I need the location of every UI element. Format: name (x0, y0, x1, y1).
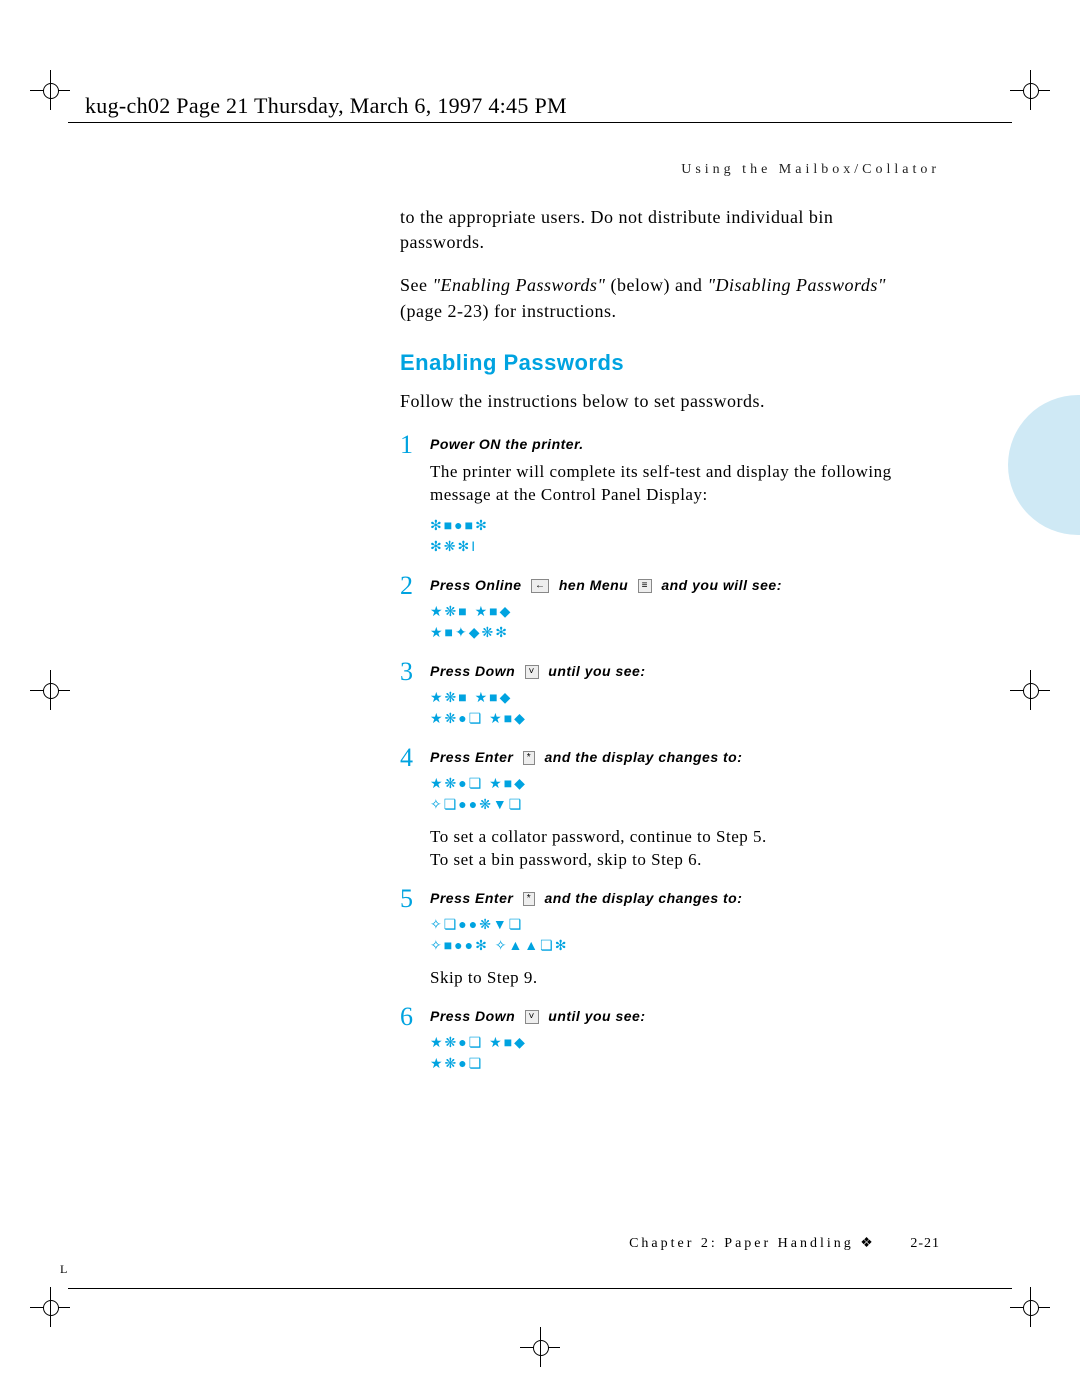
main-content: to the appropriate users. Do not distrib… (400, 205, 920, 1090)
step-title: Power ON the printer. (430, 436, 584, 452)
step-num: 6 (400, 1004, 430, 1084)
step-after-text: To set a collator password, continue to … (430, 825, 920, 873)
step-title-part: until you see: (544, 663, 646, 679)
see-mid1: (below) and (605, 275, 707, 295)
footer-arrow-icon: ❖ (860, 1236, 876, 1251)
step-title-part: Press Enter (430, 749, 518, 765)
running-head: Using the Mailbox/Collator (681, 162, 940, 178)
see-mid2: (page 2-23) for instructions. (400, 301, 616, 321)
reg-mark-left (30, 670, 70, 710)
step-num: 3 (400, 659, 430, 739)
key-enter-icon: * (523, 892, 535, 906)
steps-list: 1 Power ON the printer. The printer will… (400, 432, 920, 1084)
step-title-part: Press Down (430, 1008, 520, 1024)
intro-para: to the appropriate users. Do not distrib… (400, 205, 920, 255)
step-6: 6 Press Down ˅ until you see: ★❋●❏ ★■◆ ★… (400, 1004, 920, 1084)
section-title: Enabling Passwords (400, 348, 920, 379)
step-title-part: and the display changes to: (540, 890, 742, 906)
reg-mark-bottom (520, 1327, 560, 1367)
key-enter-icon: * (523, 751, 535, 765)
page-footer: Chapter 2: Paper Handling ❖ 2-21 (629, 1235, 940, 1252)
display-output: ★❋■ ★■◆ ★❋●❏ ★■◆ (430, 687, 920, 729)
step-1: 1 Power ON the printer. The printer will… (400, 432, 920, 567)
step-num: 5 (400, 886, 430, 998)
side-tab (1008, 395, 1080, 535)
section-intro: Follow the instructions below to set pas… (400, 389, 920, 414)
step-title-part: and you will see: (657, 577, 782, 593)
footer-chapter: Chapter 2: Paper Handling (629, 1236, 854, 1251)
side-letter: L (60, 1262, 67, 1277)
step-num: 4 (400, 745, 430, 880)
crop-mark-tr (1010, 70, 1050, 110)
footer-pagenum: 2-21 (910, 1236, 940, 1251)
display-output: ★❋■ ★■◆ ★■✦◆❋✻ (430, 601, 920, 643)
step-title-part: Press Enter (430, 890, 518, 906)
bottom-rule (68, 1288, 1012, 1289)
step-3: 3 Press Down ˅ until you see: ★❋■ ★■◆ ★❋… (400, 659, 920, 739)
see-ref2: "Disabling Passwords" (707, 275, 885, 295)
display-output: ★❋●❏ ★■◆ ★❋●❏ (430, 1032, 920, 1074)
step-title-part: Press Down (430, 663, 520, 679)
step-after-text: Skip to Step 9. (430, 966, 920, 990)
see-prefix: See (400, 275, 433, 295)
crop-mark-tl (30, 70, 70, 110)
display-output: ✻■●■✻ ✻❋✻I (430, 515, 920, 557)
crop-mark-bl (30, 1287, 70, 1327)
key-down-icon: ˅ (525, 1010, 539, 1024)
see-para: See "Enabling Passwords" (below) and "Di… (400, 273, 920, 323)
step-4: 4 Press Enter * and the display changes … (400, 745, 920, 880)
step-2: 2 Press Online ← hen Menu ≡ and you will… (400, 573, 920, 653)
step-title-part: until you see: (544, 1008, 646, 1024)
top-rule (68, 122, 1012, 123)
step-title-part: and the display changes to: (540, 749, 742, 765)
step-num: 1 (400, 432, 430, 567)
step-5: 5 Press Enter * and the display changes … (400, 886, 920, 998)
reg-mark-right (1010, 670, 1050, 710)
key-menu-icon: ≡ (638, 579, 652, 593)
step-title-part: Press Online (430, 577, 526, 593)
see-ref1: "Enabling Passwords" (433, 275, 606, 295)
key-online-icon: ← (531, 579, 550, 593)
display-output: ✧❏●●❋▼❏ ✧■●●✻ ✧▲▲❏✻ (430, 914, 920, 956)
key-down-icon: ˅ (525, 665, 539, 679)
crop-mark-br (1010, 1287, 1050, 1327)
step-num: 2 (400, 573, 430, 653)
step-title-part: hen Menu (554, 577, 632, 593)
display-output: ★❋●❏ ★■◆ ✧❏●●❋▼❏ (430, 773, 920, 815)
step-body-text: The printer will complete its self-test … (430, 460, 920, 508)
page-header: kug-ch02 Page 21 Thursday, March 6, 1997… (85, 93, 567, 119)
